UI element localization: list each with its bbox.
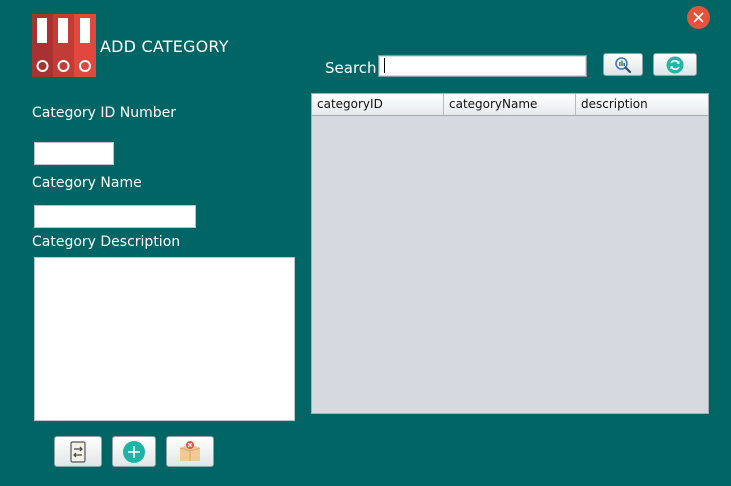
update-icon (70, 440, 86, 463)
search-label: Search (325, 59, 377, 77)
page-title: ADD CATEGORY (100, 37, 229, 56)
text-caret (384, 58, 385, 73)
add-icon (123, 440, 145, 463)
category-id-field[interactable] (34, 142, 114, 165)
column-header-category-name[interactable]: categoryName (444, 94, 576, 115)
category-id-label: Category ID Number (32, 105, 176, 121)
refresh-icon (666, 56, 684, 73)
search-input[interactable] (378, 55, 587, 77)
binders-icon (32, 14, 96, 77)
search-button[interactable] (603, 53, 643, 76)
category-description-label: Category Description (32, 234, 181, 250)
categories-table[interactable]: categoryID categoryName description (311, 93, 709, 414)
category-description-textarea[interactable] (34, 257, 295, 421)
delete-button[interactable] (166, 436, 214, 467)
refresh-button[interactable] (653, 53, 697, 76)
category-name-field[interactable] (34, 205, 196, 228)
column-header-description[interactable]: description (576, 94, 708, 115)
column-header-category-id[interactable]: categoryID (312, 94, 444, 115)
close-icon (693, 12, 704, 23)
delete-box-icon (179, 440, 201, 461)
update-button[interactable] (54, 436, 102, 467)
close-button[interactable] (687, 6, 710, 29)
search-icon (615, 56, 632, 73)
add-button[interactable] (112, 436, 156, 467)
category-name-label: Category Name (32, 175, 142, 191)
table-header: categoryID categoryName description (312, 94, 708, 116)
